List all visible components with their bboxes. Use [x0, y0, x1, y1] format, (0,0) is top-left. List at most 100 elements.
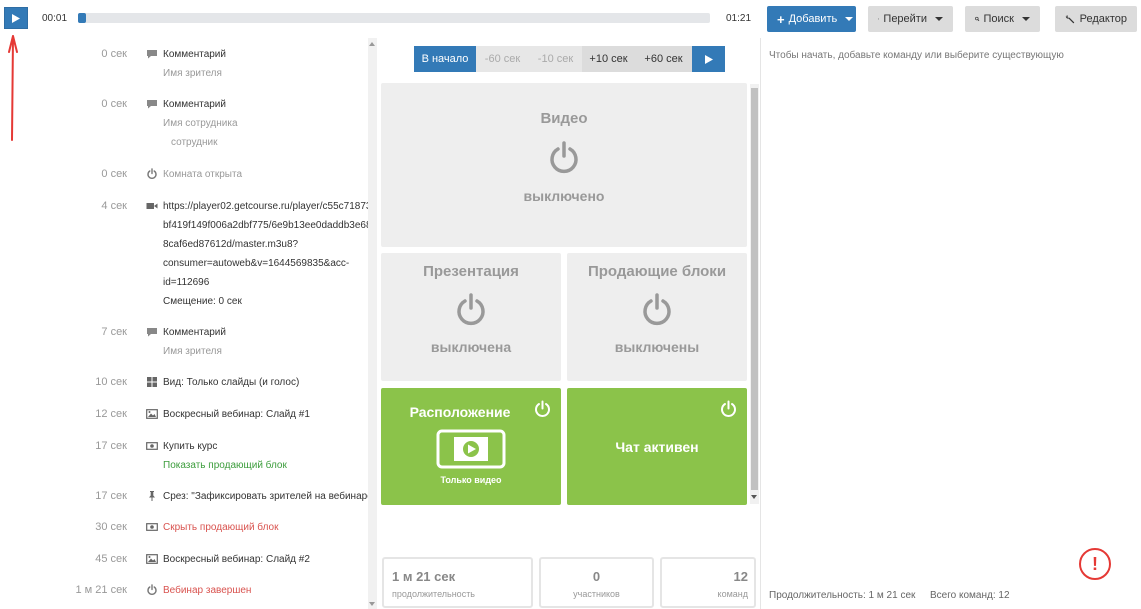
- duration-stat-value: 1 м 21 сек: [392, 569, 456, 584]
- selling-blocks-tile-state: выключены: [614, 339, 700, 355]
- video-tile[interactable]: Видео выключено: [381, 83, 747, 247]
- command-time: 30 сек: [95, 521, 127, 533]
- command-line: 8caf6ed87612d/master.m3u8?: [163, 239, 299, 250]
- command-time: 0 сек: [101, 98, 127, 110]
- command-text: Купить курс Показать продающий блок: [163, 440, 368, 478]
- command-list: 0 сек Комментарий Имя зрителя 0 сек Коммента…: [0, 38, 368, 609]
- participants-stat: 0 участников: [539, 557, 654, 608]
- progress-fill: [78, 13, 86, 23]
- editor-button[interactable]: Редактор: [1055, 6, 1137, 32]
- play-icon: [704, 54, 713, 64]
- seek-plus10-button[interactable]: +10 сек: [582, 46, 635, 72]
- chevron-down-icon: [845, 17, 854, 21]
- presentation-tile[interactable]: Презентация выключена: [381, 253, 561, 381]
- progress-bar[interactable]: [78, 13, 710, 23]
- footer-duration: Продолжительность: 1 м 21 сек: [769, 590, 916, 601]
- command-text: Воскресный вебинар: Слайд #1: [163, 408, 368, 427]
- seek-start-button[interactable]: В начало: [414, 46, 476, 72]
- add-button-label: Добавить: [788, 13, 838, 25]
- command-time: 4 сек: [101, 200, 127, 212]
- command-line: id=112696: [163, 277, 210, 288]
- grid-icon: [146, 376, 158, 388]
- image-icon: [146, 408, 158, 420]
- video-layout-icon: [436, 429, 506, 469]
- seek-minus60-button[interactable]: -60 сек: [476, 46, 529, 72]
- power-icon: [457, 293, 485, 326]
- seek-minus10-button[interactable]: -10 сек: [529, 46, 582, 72]
- command-time: 17 сек: [95, 490, 127, 502]
- wrench-icon: [1065, 15, 1075, 24]
- command-text: Воскресный вебинар: Слайд #2: [163, 553, 368, 572]
- participants-stat-label: участников: [573, 589, 620, 599]
- plus-icon: +: [777, 11, 785, 27]
- command-line: Вид: Только слайды (и голос): [163, 377, 300, 388]
- editor-button-label: Редактор: [1079, 13, 1127, 25]
- video-camera-icon: [146, 200, 158, 212]
- add-button[interactable]: + Добавить: [767, 6, 856, 32]
- editor-hint: Чтобы начать, добавьте команду или выбер…: [769, 50, 1064, 61]
- command-time: 12 сек: [95, 408, 127, 420]
- layout-tile[interactable]: Расположение Только видео: [381, 388, 561, 505]
- total-time: 01:21: [726, 13, 752, 24]
- search-button[interactable]: Поиск: [965, 6, 1040, 32]
- command-time: 0 сек: [101, 168, 127, 180]
- goto-button[interactable]: Перейти: [868, 6, 953, 32]
- command-line: Имя зрителя: [163, 346, 222, 357]
- command-line: https://player02.getcourse.ru/player/c55…: [163, 201, 368, 212]
- command-text: Вид: Только слайды (и голос): [163, 376, 368, 395]
- money-icon: [146, 440, 158, 452]
- command-line: Срез: "Зафиксировать зрителей на вебинар…: [163, 491, 368, 502]
- command-line: Комментарий: [163, 327, 226, 338]
- command-line[interactable]: Показать продающий блок: [163, 459, 368, 478]
- command-line: Воскресный вебинар: Слайд #2: [163, 554, 310, 565]
- pin-icon: [146, 490, 158, 502]
- command-text: Вебинар завершен: [163, 584, 368, 603]
- chevron-down-icon: [1022, 17, 1030, 21]
- video-tile-title: Видео: [540, 110, 588, 127]
- duration-stat: 1 м 21 сек продолжительность: [382, 557, 533, 608]
- tiles-scrollbar[interactable]: [750, 84, 759, 504]
- selling-blocks-tile[interactable]: Продающие блоки выключены: [567, 253, 747, 381]
- layout-tile-caption: Только видео: [440, 475, 502, 485]
- goto-button-label: Перейти: [883, 13, 927, 25]
- command-time: 45 сек: [95, 553, 127, 565]
- alert-button[interactable]: !: [1079, 548, 1111, 580]
- command-line: сотрудник: [171, 137, 218, 148]
- command-text: Комментарий Имя зрителя: [163, 48, 368, 86]
- command-line: Комната открыта: [163, 169, 243, 180]
- command-text: Скрыть продающий блок: [163, 521, 368, 540]
- commands-stat: 12 команд: [660, 557, 756, 608]
- chat-tile[interactable]: Чат активен: [567, 388, 747, 505]
- command-text: Комната открыта: [163, 168, 368, 187]
- money-icon: [146, 521, 158, 533]
- commands-stat-value: 12: [733, 569, 748, 584]
- commands-stat-label: команд: [717, 589, 748, 599]
- command-line[interactable]: Скрыть продающий блок: [163, 521, 368, 540]
- presentation-tile-title: Презентация: [423, 263, 519, 280]
- command-editor-panel: Чтобы начать, добавьте команду или выбер…: [760, 38, 1141, 609]
- power-icon: [550, 141, 578, 174]
- power-icon[interactable]: [534, 400, 551, 417]
- command-text: Комментарий Имя сотрудника сотрудник: [163, 98, 368, 155]
- command-text: Комментарий Имя зрителя: [163, 326, 368, 364]
- command-time: 1 м 21 сек: [75, 584, 127, 596]
- seek-plus60-button[interactable]: +60 сек: [635, 46, 692, 72]
- power-icon: [146, 168, 158, 180]
- player-bar: 00:01 01:21 + Добавить Перейти Поиск Ред…: [0, 0, 1141, 38]
- seek-play-button[interactable]: [692, 46, 725, 72]
- command-line: Комментарий: [163, 99, 226, 110]
- comment-icon: [146, 98, 158, 110]
- command-time: 17 сек: [95, 440, 127, 452]
- power-icon[interactable]: [720, 400, 737, 417]
- selling-blocks-tile-title: Продающие блоки: [587, 263, 727, 280]
- command-list-scrollbar[interactable]: [368, 38, 377, 609]
- command-time: 7 сек: [101, 326, 127, 338]
- command-line: Смещение: 0 сек: [163, 296, 242, 307]
- layout-tile-title: Расположение: [409, 404, 511, 420]
- play-button[interactable]: [4, 7, 28, 29]
- command-line: consumer=autoweb&v=1644569835&acc-: [163, 258, 350, 269]
- search-button-label: Поиск: [983, 13, 1014, 25]
- command-line[interactable]: Вебинар завершен: [163, 584, 368, 603]
- command-time: 10 сек: [95, 376, 127, 388]
- current-time: 00:01: [42, 13, 68, 24]
